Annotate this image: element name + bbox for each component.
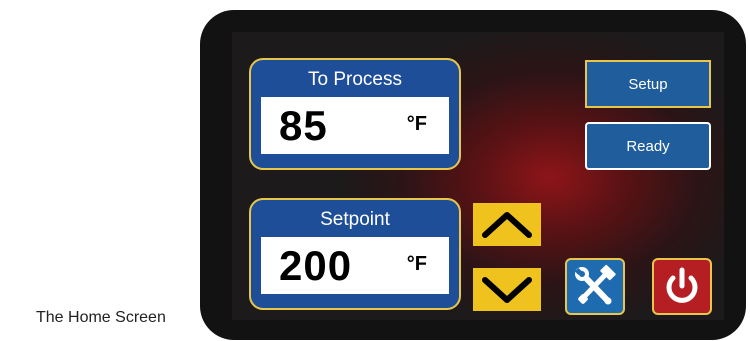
setup-button[interactable]: Setup xyxy=(585,60,711,108)
process-temperature-panel: To Process 85 °F xyxy=(249,58,461,170)
process-unit: °F xyxy=(406,113,427,135)
process-readout: 85 °F xyxy=(261,97,449,154)
power-icon xyxy=(666,267,698,303)
touch-screen: To Process 85 °F Setpoint 200 °F Setup R… xyxy=(232,32,724,320)
process-value: 85 xyxy=(279,102,328,149)
screen-caption: The Home Screen xyxy=(36,309,166,326)
process-title: To Process xyxy=(308,69,402,90)
setpoint-value: 200 xyxy=(279,242,353,289)
tools-button[interactable] xyxy=(565,258,625,315)
chevron-down-icon xyxy=(482,277,532,303)
setpoint-readout: 200 °F xyxy=(261,237,449,294)
setpoint-increase-button[interactable] xyxy=(473,203,541,246)
chevron-up-icon xyxy=(482,212,532,238)
setpoint-unit: °F xyxy=(406,253,427,275)
power-button[interactable] xyxy=(652,258,712,315)
tools-icon xyxy=(574,264,616,305)
device-bezel: To Process 85 °F Setpoint 200 °F Setup R… xyxy=(200,10,746,340)
setpoint-panel[interactable]: Setpoint 200 °F xyxy=(249,198,461,310)
ready-button[interactable]: Ready xyxy=(585,122,711,170)
setpoint-title: Setpoint xyxy=(320,209,390,230)
setpoint-decrease-button[interactable] xyxy=(473,268,541,311)
